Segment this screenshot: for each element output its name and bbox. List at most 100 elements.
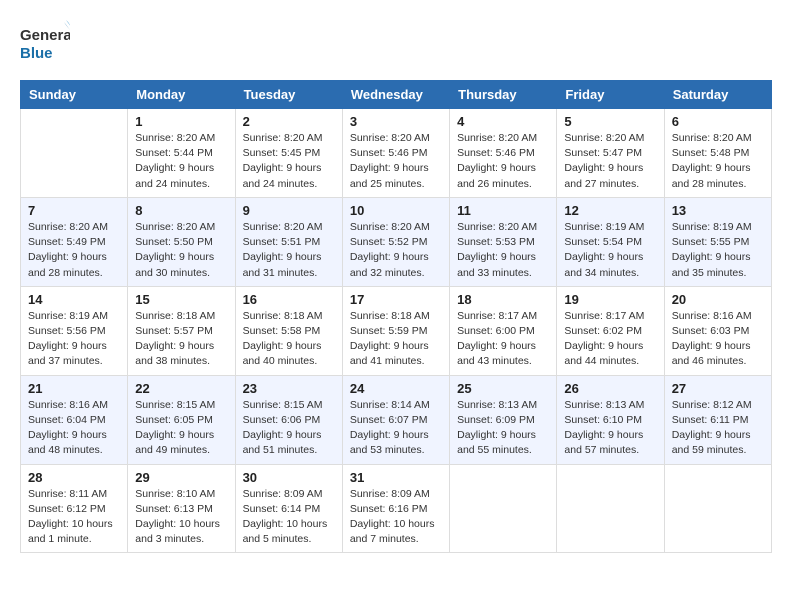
day-info: Sunrise: 8:13 AM Sunset: 6:09 PM Dayligh… <box>457 398 549 459</box>
col-thursday: Thursday <box>450 81 557 109</box>
calendar-cell <box>450 464 557 553</box>
day-number: 24 <box>350 381 442 396</box>
calendar-cell: 26 Sunrise: 8:13 AM Sunset: 6:10 PM Dayli… <box>557 375 664 464</box>
day-info: Sunrise: 8:19 AM Sunset: 5:56 PM Dayligh… <box>28 309 120 370</box>
calendar-cell <box>21 109 128 198</box>
day-number: 11 <box>457 203 549 218</box>
day-info: Sunrise: 8:20 AM Sunset: 5:53 PM Dayligh… <box>457 220 549 281</box>
calendar-cell: 19Sunrise: 8:17 AM Sunset: 6:02 PM Dayli… <box>557 286 664 375</box>
calendar-cell: 9Sunrise: 8:20 AM Sunset: 5:51 PM Daylig… <box>235 197 342 286</box>
day-number: 10 <box>350 203 442 218</box>
calendar-cell: 10 Sunrise: 8:20 AM Sunset: 5:52 PM Dayli… <box>342 197 449 286</box>
calendar-cell: 2 Sunrise: 8:20 AM Sunset: 5:45 PM Daylig… <box>235 109 342 198</box>
calendar-cell: 29 Sunrise: 8:10 AM Sunset: 6:13 PM Dayli… <box>128 464 235 553</box>
week-row-3: 14 Sunrise: 8:19 AM Sunset: 5:56 PM Dayli… <box>21 286 772 375</box>
day-info: Sunrise: 8:20 AM Sunset: 5:46 PM Dayligh… <box>457 131 549 192</box>
header-row: Sunday Monday Tuesday Wednesday Thursday… <box>21 81 772 109</box>
calendar-cell: 4 Sunrise: 8:20 AM Sunset: 5:46 PM Daylig… <box>450 109 557 198</box>
week-row-5: 28 Sunrise: 8:11 AM Sunset: 6:12 PM Dayli… <box>21 464 772 553</box>
day-number: 25 <box>457 381 549 396</box>
day-info: Sunrise: 8:17 AM Sunset: 6:00 PM Dayligh… <box>457 309 549 370</box>
calendar-cell: 20Sunrise: 8:16 AM Sunset: 6:03 PM Dayli… <box>664 286 771 375</box>
day-info: Sunrise: 8:11 AM Sunset: 6:12 PM Dayligh… <box>28 487 120 548</box>
day-info: Sunrise: 8:09 AM Sunset: 6:14 PM Dayligh… <box>243 487 335 548</box>
calendar-cell: 13 Sunrise: 8:19 AM Sunset: 5:55 PM Dayli… <box>664 197 771 286</box>
day-number: 23 <box>243 381 335 396</box>
day-number: 6 <box>672 114 764 129</box>
calendar-cell: 31Sunrise: 8:09 AM Sunset: 6:16 PM Dayli… <box>342 464 449 553</box>
page-header: General Blue <box>20 20 772 64</box>
day-info: Sunrise: 8:20 AM Sunset: 5:44 PM Dayligh… <box>135 131 227 192</box>
day-info: Sunrise: 8:20 AM Sunset: 5:47 PM Dayligh… <box>564 131 656 192</box>
day-number: 16 <box>243 292 335 307</box>
calendar-cell: 7Sunrise: 8:20 AM Sunset: 5:49 PM Daylig… <box>21 197 128 286</box>
day-info: Sunrise: 8:19 AM Sunset: 5:54 PM Dayligh… <box>564 220 656 281</box>
day-number: 12 <box>564 203 656 218</box>
day-number: 21 <box>28 381 120 396</box>
day-info: Sunrise: 8:15 AM Sunset: 6:05 PM Dayligh… <box>135 398 227 459</box>
day-number: 3 <box>350 114 442 129</box>
day-info: Sunrise: 8:20 AM Sunset: 5:48 PM Dayligh… <box>672 131 764 192</box>
calendar-cell: 30 Sunrise: 8:09 AM Sunset: 6:14 PM Dayli… <box>235 464 342 553</box>
day-number: 28 <box>28 470 120 485</box>
col-sunday: Sunday <box>21 81 128 109</box>
day-number: 4 <box>457 114 549 129</box>
day-number: 2 <box>243 114 335 129</box>
day-info: Sunrise: 8:14 AM Sunset: 6:07 PM Dayligh… <box>350 398 442 459</box>
calendar-cell: 28 Sunrise: 8:11 AM Sunset: 6:12 PM Dayli… <box>21 464 128 553</box>
day-number: 26 <box>564 381 656 396</box>
col-friday: Friday <box>557 81 664 109</box>
day-number: 14 <box>28 292 120 307</box>
day-info: Sunrise: 8:20 AM Sunset: 5:52 PM Dayligh… <box>350 220 442 281</box>
day-info: Sunrise: 8:10 AM Sunset: 6:13 PM Dayligh… <box>135 487 227 548</box>
day-number: 27 <box>672 381 764 396</box>
day-number: 5 <box>564 114 656 129</box>
day-number: 15 <box>135 292 227 307</box>
day-info: Sunrise: 8:18 AM Sunset: 5:57 PM Dayligh… <box>135 309 227 370</box>
day-number: 18 <box>457 292 549 307</box>
col-tuesday: Tuesday <box>235 81 342 109</box>
day-number: 29 <box>135 470 227 485</box>
day-info: Sunrise: 8:17 AM Sunset: 6:02 PM Dayligh… <box>564 309 656 370</box>
logo-svg: General Blue <box>20 20 70 64</box>
day-info: Sunrise: 8:16 AM Sunset: 6:03 PM Dayligh… <box>672 309 764 370</box>
day-number: 31 <box>350 470 442 485</box>
day-info: Sunrise: 8:20 AM Sunset: 5:46 PM Dayligh… <box>350 131 442 192</box>
day-number: 22 <box>135 381 227 396</box>
calendar-cell: 21Sunrise: 8:16 AM Sunset: 6:04 PM Dayli… <box>21 375 128 464</box>
day-info: Sunrise: 8:15 AM Sunset: 6:06 PM Dayligh… <box>243 398 335 459</box>
week-row-2: 7Sunrise: 8:20 AM Sunset: 5:49 PM Daylig… <box>21 197 772 286</box>
day-number: 13 <box>672 203 764 218</box>
calendar-cell: 17 Sunrise: 8:18 AM Sunset: 5:59 PM Dayli… <box>342 286 449 375</box>
calendar-cell: 16Sunrise: 8:18 AM Sunset: 5:58 PM Dayli… <box>235 286 342 375</box>
day-info: Sunrise: 8:18 AM Sunset: 5:59 PM Dayligh… <box>350 309 442 370</box>
svg-text:General: General <box>20 27 70 44</box>
calendar-cell: 6 Sunrise: 8:20 AM Sunset: 5:48 PM Daylig… <box>664 109 771 198</box>
calendar-cell: 18 Sunrise: 8:17 AM Sunset: 6:00 PM Dayli… <box>450 286 557 375</box>
day-number: 30 <box>243 470 335 485</box>
col-saturday: Saturday <box>664 81 771 109</box>
day-info: Sunrise: 8:20 AM Sunset: 5:51 PM Dayligh… <box>243 220 335 281</box>
day-info: Sunrise: 8:19 AM Sunset: 5:55 PM Dayligh… <box>672 220 764 281</box>
calendar-cell: 24 Sunrise: 8:14 AM Sunset: 6:07 PM Dayli… <box>342 375 449 464</box>
day-number: 17 <box>350 292 442 307</box>
calendar-cell: 12 Sunrise: 8:19 AM Sunset: 5:54 PM Dayli… <box>557 197 664 286</box>
calendar-cell: 3 Sunrise: 8:20 AM Sunset: 5:46 PM Daylig… <box>342 109 449 198</box>
day-info: Sunrise: 8:13 AM Sunset: 6:10 PM Dayligh… <box>564 398 656 459</box>
day-info: Sunrise: 8:20 AM Sunset: 5:50 PM Dayligh… <box>135 220 227 281</box>
week-row-1: 1Sunrise: 8:20 AM Sunset: 5:44 PM Daylig… <box>21 109 772 198</box>
calendar-cell: 11 Sunrise: 8:20 AM Sunset: 5:53 PM Dayli… <box>450 197 557 286</box>
day-info: Sunrise: 8:20 AM Sunset: 5:45 PM Dayligh… <box>243 131 335 192</box>
calendar-cell: 5 Sunrise: 8:20 AM Sunset: 5:47 PM Daylig… <box>557 109 664 198</box>
calendar-header: Sunday Monday Tuesday Wednesday Thursday… <box>21 81 772 109</box>
svg-text:Blue: Blue <box>20 45 53 62</box>
col-wednesday: Wednesday <box>342 81 449 109</box>
day-number: 7 <box>28 203 120 218</box>
logo: General Blue <box>20 20 70 64</box>
day-info: Sunrise: 8:12 AM Sunset: 6:11 PM Dayligh… <box>672 398 764 459</box>
calendar-cell: 15 Sunrise: 8:18 AM Sunset: 5:57 PM Dayli… <box>128 286 235 375</box>
calendar-cell <box>557 464 664 553</box>
calendar-cell: 25 Sunrise: 8:13 AM Sunset: 6:09 PM Dayli… <box>450 375 557 464</box>
day-number: 8 <box>135 203 227 218</box>
calendar-table: Sunday Monday Tuesday Wednesday Thursday… <box>20 80 772 553</box>
